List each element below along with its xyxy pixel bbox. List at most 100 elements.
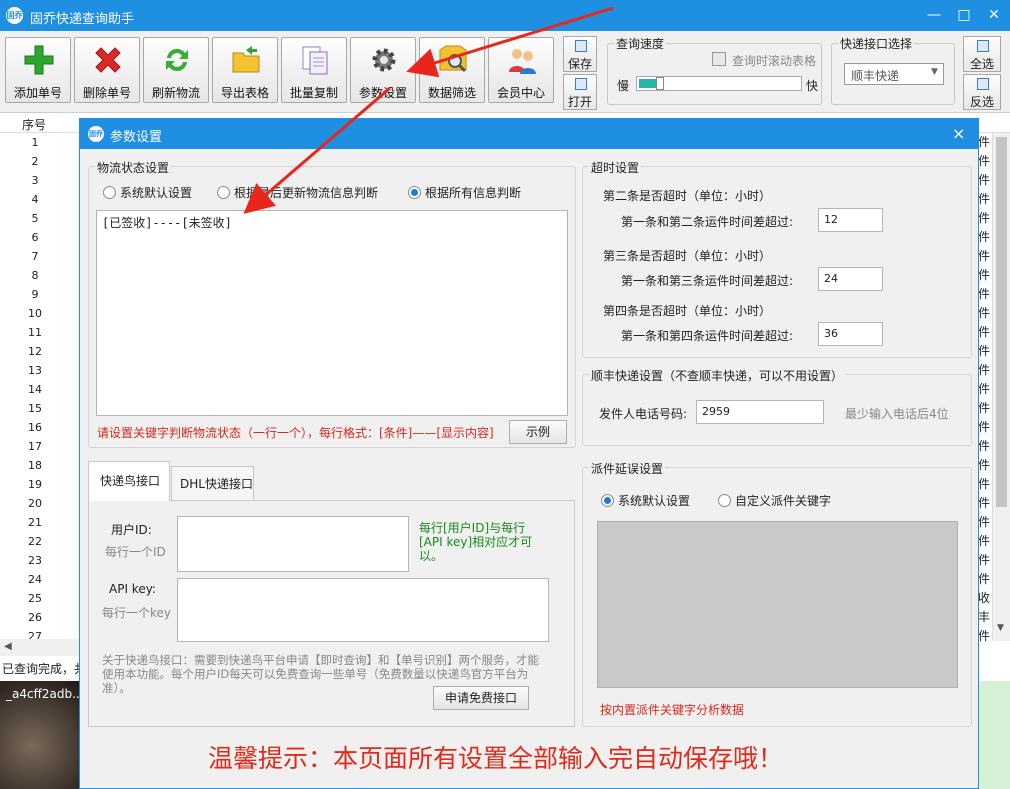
row-number[interactable]: 19 bbox=[0, 475, 70, 494]
background-panel bbox=[978, 681, 1010, 789]
sender-phone-label: 发件人电话号码: bbox=[599, 407, 688, 421]
data-filter-label: 数据筛选 bbox=[427, 86, 476, 100]
scroll-table-checkbox[interactable] bbox=[712, 52, 726, 66]
toolbar: 添加单号 删除单号 刷新物流 导出表格 批量复制 参数设置 数据筛选 会员中心 … bbox=[0, 31, 1010, 113]
slow-label: 慢 bbox=[617, 79, 630, 93]
row-number[interactable]: 24 bbox=[0, 570, 70, 589]
row-number[interactable]: 21 bbox=[0, 513, 70, 532]
api-select-dropdown[interactable]: 顺丰快递 ▼ bbox=[844, 63, 944, 85]
scroll-down-icon[interactable]: ▼ bbox=[997, 623, 1004, 633]
row-number[interactable]: 5 bbox=[0, 209, 70, 228]
keyword-rules-hint: 请设置关键字判断物流状态（一行一个），每行格式：[条件]——[显示内容] bbox=[97, 426, 494, 440]
settings-dialog: 固乔 参数设置 × 物流状态设置 系统默认设置 根据最后更新物流信息判断 根据所… bbox=[79, 118, 979, 789]
column-header-index[interactable]: 序号 bbox=[22, 116, 46, 133]
status-cell-partial: 件 bbox=[978, 496, 991, 510]
radio-button[interactable] bbox=[217, 186, 230, 199]
row-number[interactable]: 13 bbox=[0, 361, 70, 380]
row-number[interactable]: 25 bbox=[0, 589, 70, 608]
row-number[interactable]: 12 bbox=[0, 342, 70, 361]
table-horizontal-scrollbar[interactable]: ◀ bbox=[0, 639, 80, 656]
save-button[interactable]: 保存 bbox=[563, 36, 597, 72]
row-number[interactable]: 1 bbox=[0, 133, 70, 152]
desktop-thumbnail[interactable]: _a4cff2adb... bbox=[0, 681, 84, 789]
tab-dhl[interactable]: DHL快递接口 bbox=[171, 466, 254, 500]
row-number[interactable]: 6 bbox=[0, 228, 70, 247]
sender-phone-input[interactable]: 2959 bbox=[696, 400, 824, 424]
radio-delay-custom[interactable]: 自定义派件关键字 bbox=[718, 492, 831, 509]
status-cell-partial: 件 bbox=[978, 458, 991, 472]
row-number[interactable]: 8 bbox=[0, 266, 70, 285]
gear-icon bbox=[372, 48, 396, 72]
delay-keywords-textarea bbox=[597, 521, 958, 688]
row-number[interactable]: 4 bbox=[0, 190, 70, 209]
row-number[interactable]: 20 bbox=[0, 494, 70, 513]
radio-all-info[interactable]: 根据所有信息判断 bbox=[408, 184, 521, 201]
row-number[interactable]: 11 bbox=[0, 323, 70, 342]
timeout-3-input[interactable]: 24 bbox=[818, 267, 883, 291]
radio-button[interactable] bbox=[601, 494, 614, 507]
chevron-down-icon: ▼ bbox=[931, 67, 938, 77]
radio-button[interactable] bbox=[408, 186, 421, 199]
status-cell-partial: 件 bbox=[978, 192, 991, 206]
api-key-textarea[interactable] bbox=[177, 578, 549, 642]
row-number[interactable]: 15 bbox=[0, 399, 70, 418]
status-cell-partial: 件 bbox=[978, 173, 991, 187]
refresh-icon bbox=[166, 48, 188, 72]
timeout-4-input[interactable]: 36 bbox=[818, 322, 883, 346]
timeout-group: 超时设置 第二条是否超时（单位：小时） 第一条和第二条运件时间差超过: 12 第… bbox=[582, 159, 972, 358]
row-number[interactable]: 22 bbox=[0, 532, 70, 551]
sf-express-group: 顺丰快递设置（不查顺丰快递，可以不用设置） 发件人电话号码: 2959 最少输入… bbox=[582, 367, 972, 446]
tab-kdn[interactable]: 快递鸟接口 bbox=[88, 461, 170, 501]
settings-button[interactable]: 参数设置 bbox=[350, 37, 416, 103]
row-number[interactable]: 9 bbox=[0, 285, 70, 304]
refresh-logistics-button[interactable]: 刷新物流 bbox=[143, 37, 209, 103]
radio-button[interactable] bbox=[718, 494, 731, 507]
add-number-button[interactable]: 添加单号 bbox=[5, 37, 71, 103]
invert-selection-button[interactable]: 反选 bbox=[963, 74, 1001, 110]
speed-slider[interactable] bbox=[636, 76, 802, 91]
row-number[interactable]: 16 bbox=[0, 418, 70, 437]
timeout-2-input[interactable]: 12 bbox=[818, 208, 883, 232]
speed-slider-thumb[interactable] bbox=[656, 77, 664, 90]
radio-last-update[interactable]: 根据最后更新物流信息判断 bbox=[217, 184, 378, 201]
example-button[interactable]: 示例 bbox=[509, 420, 567, 444]
maximize-button[interactable]: □ bbox=[952, 4, 976, 26]
data-filter-button[interactable]: 数据筛选 bbox=[419, 37, 485, 103]
dialog-title: 参数设置 bbox=[110, 130, 163, 145]
select-all-button[interactable]: 全选 bbox=[963, 36, 1001, 72]
member-center-button[interactable]: 会员中心 bbox=[488, 37, 554, 103]
row-number[interactable]: 17 bbox=[0, 437, 70, 456]
dialog-close-button[interactable]: × bbox=[952, 124, 965, 143]
row-number[interactable]: 2 bbox=[0, 152, 70, 171]
status-cell-partial: 件 bbox=[978, 287, 991, 301]
row-number[interactable]: 26 bbox=[0, 608, 70, 627]
delete-number-button[interactable]: 删除单号 bbox=[74, 37, 140, 103]
close-window-button[interactable]: ✕ bbox=[982, 4, 1006, 26]
timeout-group-title: 超时设置 bbox=[589, 159, 642, 176]
radio-system-default[interactable]: 系统默认设置 bbox=[103, 184, 192, 201]
row-number[interactable]: 3 bbox=[0, 171, 70, 190]
row-number[interactable]: 18 bbox=[0, 456, 70, 475]
export-table-button[interactable]: 导出表格 bbox=[212, 37, 278, 103]
radio-delay-default[interactable]: 系统默认设置 bbox=[601, 492, 690, 509]
scroll-left-icon[interactable]: ◀ bbox=[4, 641, 12, 652]
delay-hint: 按内置派件关键字分析数据 bbox=[600, 703, 745, 717]
row-number[interactable]: 14 bbox=[0, 380, 70, 399]
status-cell-partial: 件 bbox=[978, 553, 991, 567]
minimize-button[interactable]: — bbox=[922, 4, 946, 26]
user-id-textarea[interactable] bbox=[177, 516, 409, 572]
keyword-rules-textarea[interactable]: [已签收]----[未签收] bbox=[96, 210, 568, 416]
row-number[interactable]: 10 bbox=[0, 304, 70, 323]
timeout-3-value: 24 bbox=[824, 272, 838, 285]
apply-free-api-button[interactable]: 申请免费接口 bbox=[433, 686, 529, 710]
row-number[interactable]: 7 bbox=[0, 247, 70, 266]
fast-label: 快 bbox=[806, 79, 819, 93]
keyword-rules-text: [已签收]----[未签收] bbox=[102, 216, 232, 230]
radio-button[interactable] bbox=[103, 186, 116, 199]
scroll-thumb[interactable] bbox=[996, 137, 1007, 507]
table-vertical-scrollbar[interactable]: ▼ bbox=[992, 133, 1010, 641]
open-button[interactable]: 打开 bbox=[563, 74, 597, 110]
batch-copy-button[interactable]: 批量复制 bbox=[281, 37, 347, 103]
open-label: 打开 bbox=[567, 95, 592, 109]
row-number[interactable]: 23 bbox=[0, 551, 70, 570]
